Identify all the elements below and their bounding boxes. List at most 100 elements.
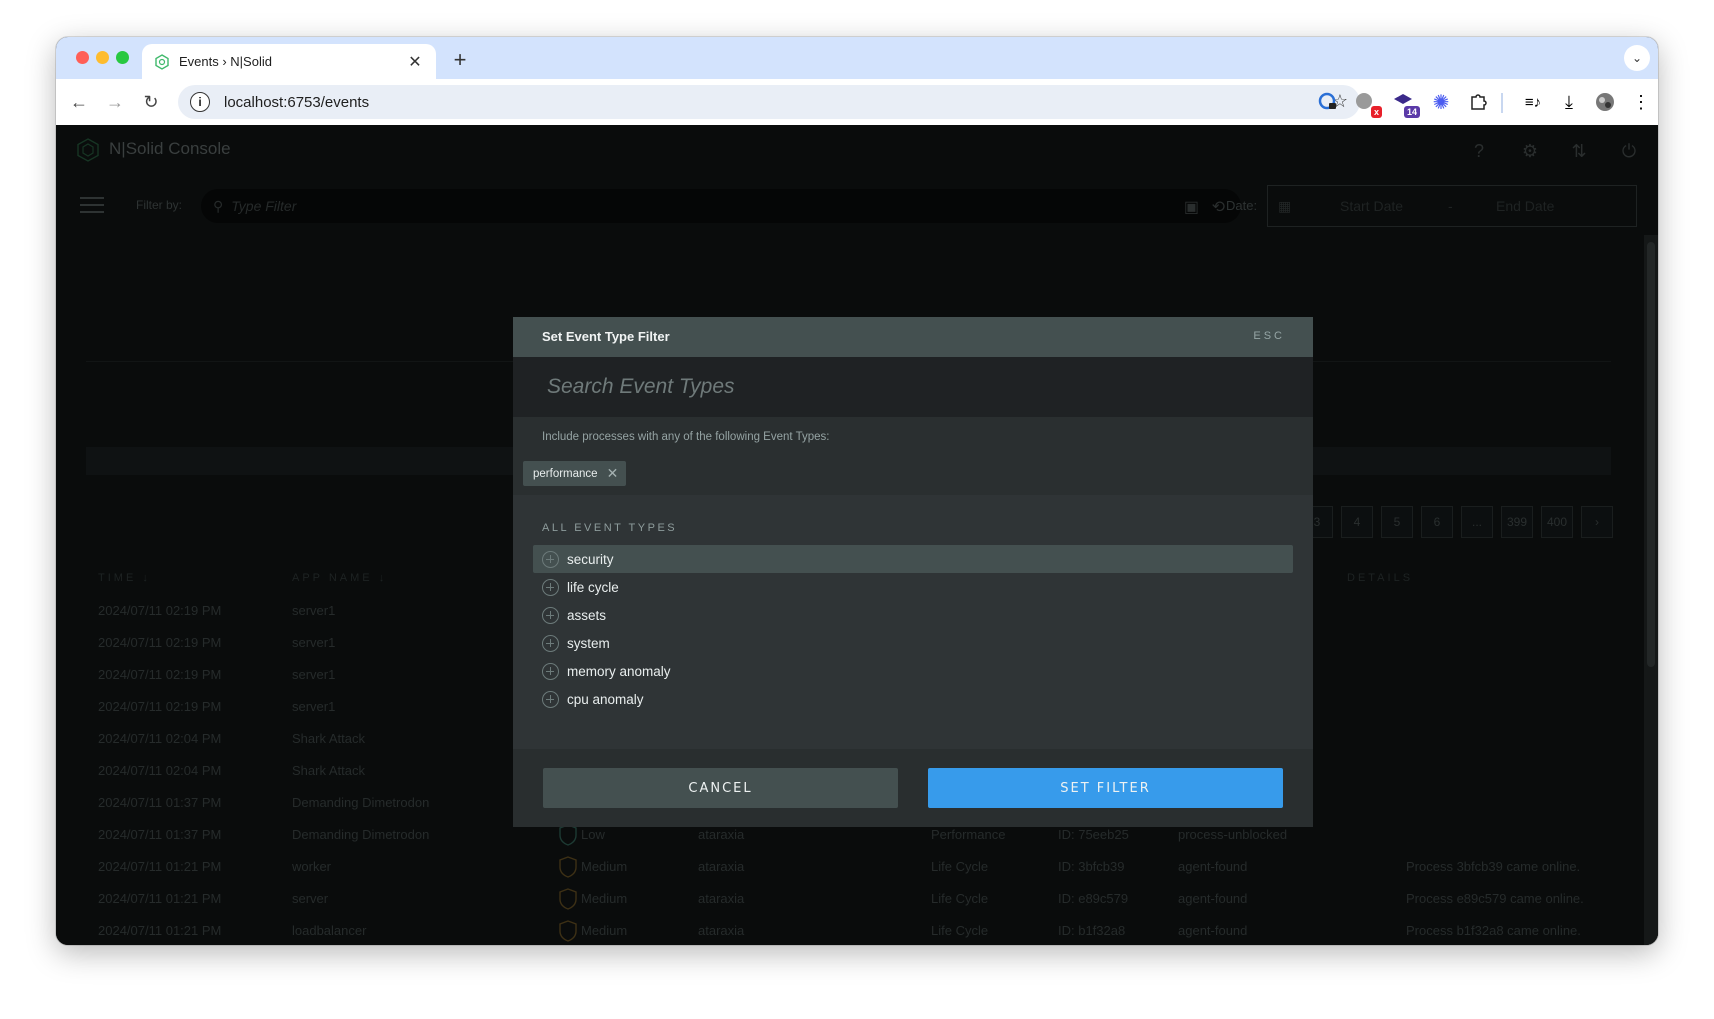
extension-badge: x (1370, 106, 1382, 118)
password-manager-icon[interactable] (1317, 91, 1339, 113)
cancel-button[interactable]: CANCEL (543, 768, 898, 808)
event-type-option[interactable]: memory anomaly (533, 657, 1293, 685)
new-tab-button[interactable]: + (448, 47, 472, 73)
type-filter-field[interactable]: ⚲ ▣ ⟲ (201, 189, 1241, 223)
row-app-name: Demanding Dimetrodon (292, 795, 430, 810)
page-button[interactable]: 5 (1381, 506, 1413, 538)
page-ellipsis: ... (1461, 506, 1493, 538)
severity-shield-icon (559, 856, 577, 878)
close-window-button[interactable] (76, 51, 89, 64)
download-icon[interactable]: ⤓ (1558, 91, 1580, 113)
reload-icon[interactable]: ↻ (140, 91, 162, 113)
esc-close-button[interactable]: ESC (1253, 330, 1285, 342)
event-type-option[interactable]: system (533, 629, 1293, 657)
row-severity: Low (581, 827, 605, 842)
calendar-icon: ▦ (1278, 197, 1292, 214)
row-process-id: ID: 75eeb25 (1058, 827, 1129, 842)
back-icon[interactable]: ← (68, 91, 90, 113)
page-button[interactable]: 6 (1421, 506, 1453, 538)
puzzle-extensions-icon[interactable] (1467, 91, 1489, 113)
power-logout-icon[interactable]: ⏻ (1618, 140, 1640, 162)
selected-type-chip: performance ✕ (523, 461, 627, 486)
remove-chip-icon[interactable]: ✕ (607, 465, 619, 482)
menu-hamburger-icon[interactable] (80, 197, 104, 215)
type-filter-input[interactable] (231, 198, 1132, 214)
table-row[interactable]: 2024/07/11 01:21 PM server Medium ataraxia L… (86, 883, 1611, 915)
row-app-name: server1 (292, 635, 336, 650)
row-host: ataraxia (698, 891, 745, 906)
tab-strip: Events › N|Solid ✕ + ⌄ (56, 37, 1658, 79)
set-filter-button[interactable]: SET FILTER (928, 768, 1283, 808)
add-circle-icon (542, 550, 559, 568)
sparkle-extension-icon[interactable]: ✺ (1430, 91, 1452, 114)
severity-shield-icon (559, 920, 577, 942)
event-type-option[interactable]: life cycle (533, 573, 1293, 601)
row-app-name: server1 (292, 667, 336, 682)
minimize-window-button[interactable] (96, 51, 109, 64)
row-process-id: ID: 3bfcb39 (1058, 859, 1125, 874)
maximize-window-button[interactable] (116, 51, 129, 64)
browser-tab-active[interactable]: Events › N|Solid ✕ (142, 44, 436, 79)
close-tab-icon[interactable]: ✕ (406, 52, 424, 72)
app-header: N|Solid Console ? ⚙ ⇅ ⏻ (56, 125, 1658, 175)
row-severity: Medium (581, 923, 628, 938)
row-time: 2024/07/11 01:21 PM (98, 923, 222, 938)
toolbar-separator (1501, 93, 1503, 113)
row-event-type: Performance (931, 827, 1006, 842)
media-controls-icon[interactable]: ≡♪ (1522, 91, 1544, 113)
tab-search-button[interactable]: ⌄ (1624, 45, 1650, 71)
modal-title: Set Event Type Filter (542, 329, 670, 344)
nsolid-logo-icon (77, 138, 99, 162)
education-extension-icon[interactable]: 14 (1392, 91, 1420, 118)
row-time: 2024/07/11 02:19 PM (98, 603, 222, 618)
row-app-name: server1 (292, 603, 336, 618)
event-type-label: memory anomaly (567, 663, 671, 679)
help-icon[interactable]: ? (1468, 140, 1490, 162)
row-event-name: agent-found (1178, 859, 1248, 874)
row-time: 2024/07/11 01:21 PM (98, 891, 222, 906)
page-button[interactable]: 400 (1541, 506, 1573, 538)
column-header-app-name[interactable]: APP NAME ↓ (292, 572, 387, 584)
end-date-input[interactable]: End Date (1496, 198, 1554, 214)
table-row[interactable]: 2024/07/11 01:21 PM worker Medium ataraxia L… (86, 851, 1611, 883)
event-type-label: security (567, 551, 614, 567)
save-filter-icon[interactable]: ▣ (1184, 197, 1199, 217)
add-circle-icon (542, 606, 559, 624)
row-time: 2024/07/11 02:04 PM (98, 731, 222, 746)
table-row[interactable]: 2024/07/11 01:21 PM loadbalancer Medium ata… (86, 915, 1611, 945)
next-page-button[interactable]: › (1581, 506, 1613, 538)
scrollbar-thumb[interactable] (1647, 242, 1655, 667)
profile-avatar[interactable] (1594, 91, 1616, 113)
search-event-types-input[interactable] (547, 371, 1267, 403)
event-type-option[interactable]: cpu anomaly (533, 685, 1293, 713)
row-details: Process e89c579 came online. (1406, 891, 1584, 906)
event-type-option[interactable]: assets (533, 601, 1293, 629)
event-type-option[interactable]: security (533, 545, 1293, 573)
row-app-name: Shark Attack (292, 763, 365, 778)
extension-badge: 14 (1403, 106, 1420, 118)
chip-label: performance (533, 467, 598, 480)
history-icon[interactable]: ⟲ (1212, 197, 1225, 217)
extension-disabled-icon[interactable]: x (1354, 91, 1382, 118)
app-brand: N|Solid Console (109, 139, 231, 158)
row-host: ataraxia (698, 859, 745, 874)
address-bar[interactable]: i localhost:6753/events ☆ (178, 85, 1360, 119)
row-time: 2024/07/11 01:37 PM (98, 827, 222, 842)
start-date-input[interactable]: Start Date (1340, 198, 1403, 214)
page-button[interactable]: 4 (1341, 506, 1373, 538)
more-menu-icon[interactable]: ⋮ (1630, 91, 1652, 113)
url-text: localhost:6753/events (224, 93, 370, 111)
forward-icon[interactable]: → (104, 91, 126, 113)
site-info-icon[interactable]: i (190, 92, 210, 112)
row-app-name: server1 (292, 699, 336, 714)
row-time: 2024/07/11 01:21 PM (98, 859, 222, 874)
row-app-name: Shark Attack (292, 731, 365, 746)
settings-gear-icon[interactable]: ⚙ (1519, 140, 1541, 162)
row-event-name: agent-found (1178, 923, 1248, 938)
column-header-time[interactable]: TIME ↓ (98, 572, 151, 584)
row-time: 2024/07/11 02:04 PM (98, 763, 222, 778)
nsolid-favicon-icon (155, 53, 169, 70)
page-button[interactable]: 399 (1501, 506, 1533, 538)
date-range-picker[interactable]: ▦ Start Date - End Date (1267, 185, 1637, 227)
integrations-icon[interactable]: ⇅ (1568, 140, 1590, 162)
